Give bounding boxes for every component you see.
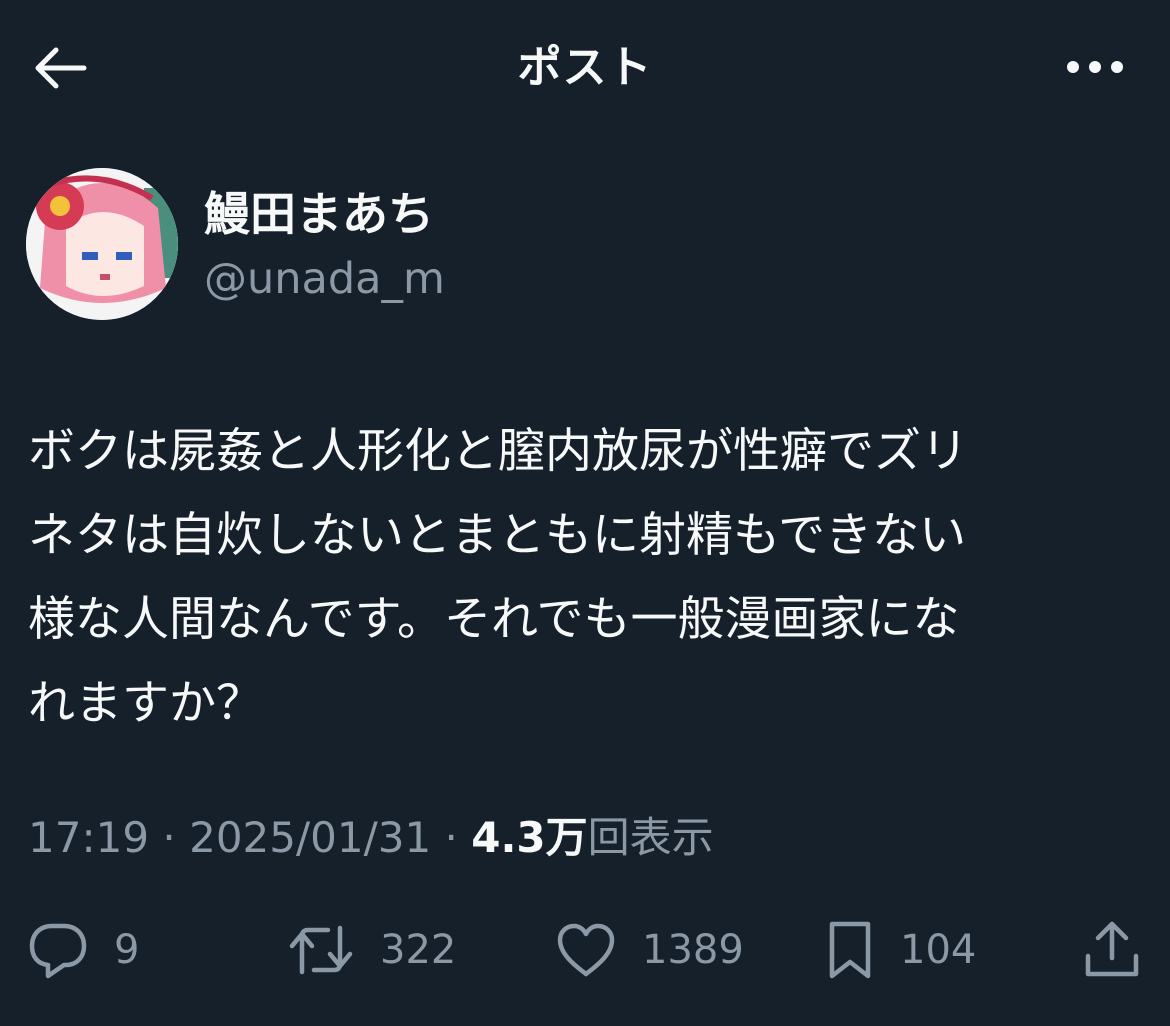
repost-button[interactable]: 322 [288, 910, 456, 990]
share-button[interactable] [1084, 910, 1140, 990]
reply-button[interactable]: 9 [28, 910, 139, 990]
bookmark-button[interactable]: 104 [826, 910, 976, 990]
views-label: 回表示 [587, 813, 714, 862]
views-count[interactable]: 4.3万 [471, 813, 587, 862]
reply-count: 9 [114, 927, 140, 973]
like-count: 1389 [642, 927, 744, 973]
post-text: ボクは屍姦と人形化と膣内放尿が性癖でズリ ネタは自炊しないとまともに射精もできな… [28, 424, 968, 731]
post-date[interactable]: 2025/01/31 [189, 813, 431, 862]
meta-separator: · [149, 813, 190, 862]
author-handle[interactable]: @unada_m [204, 252, 445, 306]
share-icon [1085, 921, 1139, 977]
top-bar: ポスト [0, 0, 1170, 136]
repost-icon [289, 925, 353, 975]
post-meta: 17:19 · 2025/01/31 · 4.3万回表示 [28, 808, 714, 868]
repost-count: 322 [380, 927, 457, 973]
avatar[interactable] [26, 168, 178, 320]
page-title: ポスト [517, 42, 653, 93]
bookmark-count: 104 [900, 927, 977, 973]
more-options-button[interactable] [1060, 40, 1130, 94]
heart-icon [557, 923, 615, 977]
action-bar: 9 322 1389 104 [0, 910, 1170, 990]
like-button[interactable]: 1389 [556, 910, 744, 990]
avatar-image [26, 168, 178, 320]
reply-icon [29, 923, 87, 979]
meta-separator: · [431, 813, 472, 862]
more-dots-icon [1067, 61, 1123, 73]
author-display-name[interactable]: 鰻田まあち [204, 186, 434, 242]
post-time[interactable]: 17:19 [28, 813, 149, 862]
bookmark-icon [829, 921, 871, 979]
